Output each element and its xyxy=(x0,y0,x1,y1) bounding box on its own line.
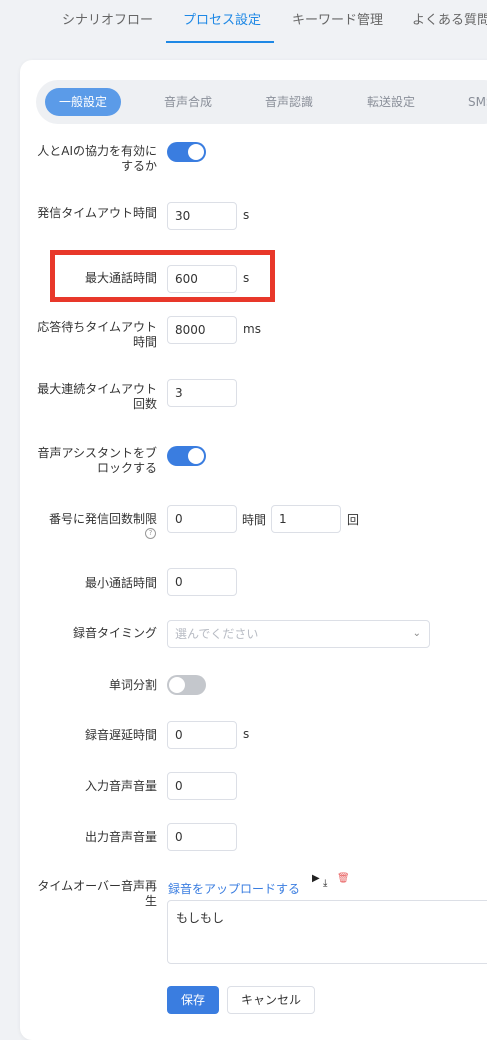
response-wait-unit: ms xyxy=(243,322,261,336)
timeout-play-label: タイムオーバー音声再生 xyxy=(37,879,157,908)
subtab-general[interactable]: 一般設定 xyxy=(45,88,122,116)
tab-faq[interactable]: よくある質問 xyxy=(412,0,487,42)
call-limit-hours-input[interactable]: 0 xyxy=(167,505,237,533)
min-call-label: 最小通話時間 xyxy=(84,576,157,590)
toggle-knob xyxy=(169,677,185,693)
sub-tab-bar: 一般設定 音声合成 音声認識 転送設定 SMS xyxy=(36,80,487,124)
toggle-knob xyxy=(188,144,204,160)
call-timeout-label: 発信タイムアウト時間 xyxy=(37,206,157,220)
word-split-label: 单词分割 xyxy=(108,678,157,692)
max-call-input[interactable]: 600 xyxy=(167,265,237,293)
ai-cooperation-label: 人とAIの協力を有効にするか xyxy=(37,144,157,173)
input-volume-label: 入力音声音量 xyxy=(84,779,157,793)
active-tab-indicator xyxy=(166,41,274,43)
response-wait-label: 応答待ちタイムアウト時間 xyxy=(37,320,157,349)
min-call-input[interactable]: 0 xyxy=(167,568,237,596)
save-button[interactable]: 保存 xyxy=(167,986,219,1014)
max-call-unit: s xyxy=(243,271,250,285)
tab-process-settings[interactable]: プロセス設定 xyxy=(183,0,261,42)
tab-keyword-management[interactable]: キーワード管理 xyxy=(292,0,383,42)
top-navigation: シナリオフロー プロセス設定 キーワード管理 よくある質問 xyxy=(0,0,487,44)
highlight-box xyxy=(50,250,275,302)
subtab-speech-recognition[interactable]: 音声認識 xyxy=(265,88,313,116)
upload-recording-link[interactable]: 録音をアップロードする xyxy=(168,880,300,897)
trash-icon[interactable]: 🗑 xyxy=(337,873,350,884)
tab-scenario-flow[interactable]: シナリオフロー xyxy=(62,0,153,42)
play-icon[interactable]: ▶ xyxy=(312,873,320,884)
call-limit-times-unit: 回 xyxy=(347,513,360,527)
help-icon[interactable]: ? xyxy=(145,528,156,539)
output-volume-input[interactable]: 0 xyxy=(167,823,237,851)
cancel-button[interactable]: キャンセル xyxy=(227,986,315,1014)
call-limit-label: 番号に発信回数制限 xyxy=(48,512,157,526)
download-icon[interactable]: ⤓ xyxy=(323,878,327,889)
subtab-speech-synthesis[interactable]: 音声合成 xyxy=(164,88,212,116)
block-assistant-toggle[interactable] xyxy=(167,446,206,466)
block-assistant-label: 音声アシスタントをブロックする xyxy=(37,446,157,475)
input-volume-input[interactable]: 0 xyxy=(167,772,237,800)
call-timeout-input[interactable]: 30 xyxy=(167,202,237,230)
response-wait-input[interactable]: 8000 xyxy=(167,316,237,344)
chevron-down-icon: ⌄ xyxy=(412,628,421,639)
output-volume-label: 出力音声音量 xyxy=(84,830,157,844)
rec-delay-unit: s xyxy=(243,727,250,741)
max-consecutive-input[interactable]: 3 xyxy=(167,379,237,407)
rec-delay-label: 録音遅延時間 xyxy=(84,728,157,742)
rec-timing-placeholder: 選んでください xyxy=(175,627,259,641)
word-split-toggle[interactable] xyxy=(167,675,206,695)
call-limit-times-input[interactable]: 1 xyxy=(271,505,341,533)
call-limit-hours-unit: 時間 xyxy=(242,513,267,527)
rec-delay-input[interactable]: 0 xyxy=(167,721,237,749)
rec-timing-label: 録音タイミング xyxy=(72,626,157,640)
subtab-sms[interactable]: SMS xyxy=(468,88,487,116)
call-timeout-unit: s xyxy=(243,208,250,222)
max-consecutive-label: 最大連続タイムアウト回数 xyxy=(37,382,157,411)
rec-timing-select[interactable]: 選んでください ⌄ xyxy=(167,620,430,648)
timeout-text-area[interactable]: もしもし xyxy=(167,900,487,964)
max-call-label: 最大通話時間 xyxy=(84,271,157,285)
subtab-transfer[interactable]: 転送設定 xyxy=(367,88,415,116)
ai-cooperation-toggle[interactable] xyxy=(167,142,206,162)
toggle-knob xyxy=(188,448,204,464)
